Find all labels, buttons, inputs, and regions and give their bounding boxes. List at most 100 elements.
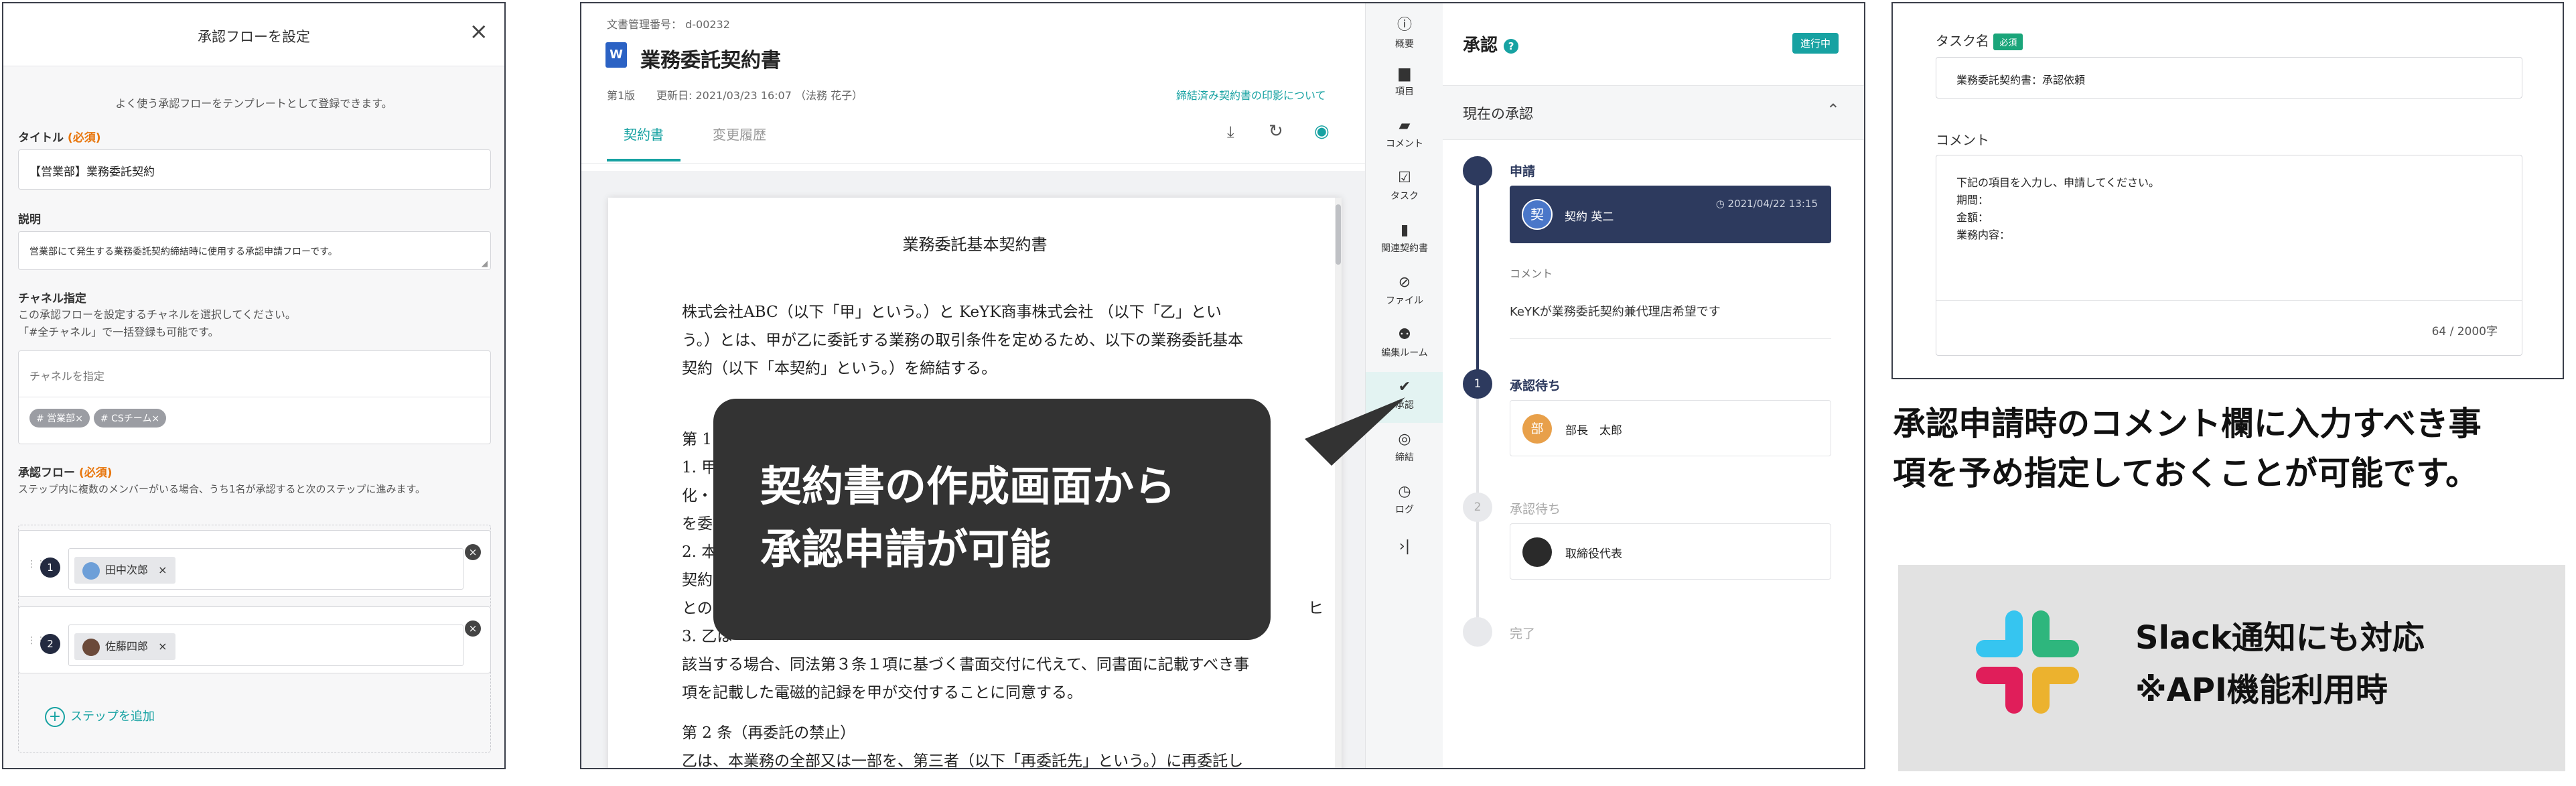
comment-text: KeYKが業務委託契約兼代理店希望です bbox=[1510, 305, 1721, 319]
title-input[interactable]: 【営業部】業務委託契約 bbox=[18, 149, 491, 190]
caption-line-1: 承認申請時のコメント欄に入力すべき事 bbox=[1893, 405, 2482, 443]
approval-panel: 承認 ? 進行中 現在の承認 ⌃ 申請 契 契約 英二 ◷ 2021/04/22… bbox=[1443, 3, 1864, 768]
nav-files[interactable]: ⊘ ファイル bbox=[1366, 274, 1443, 307]
avatar bbox=[82, 638, 100, 656]
doc-manage-no: 文書管理番号： d-00232 bbox=[607, 18, 730, 31]
task-form-panel: タスク名 必須 業務委託契約書：承認依頼 コメント 下記の項目を入力し、申請して… bbox=[1891, 2, 2564, 379]
avatar: 部 bbox=[1522, 414, 1552, 444]
doc-paragraph: 該当する場合、同法第３条１項に基づく書面交付に代えて、同書面に記載すべき事 項を記… bbox=[682, 656, 1250, 702]
waiting-label: 承認待ち bbox=[1510, 379, 1561, 393]
required-badge: 必須 bbox=[1993, 34, 2023, 50]
description-value: 営業部にて発生する業務委託契約締結時に使用する承認申請フローです。 bbox=[29, 247, 338, 257]
flow-step: ⋮⋮ 1 田中次郎 × × bbox=[18, 530, 491, 597]
timeline-node-end bbox=[1463, 617, 1492, 647]
task-name-label: タスク名 必須 bbox=[1936, 30, 2023, 50]
delete-step-icon[interactable]: × bbox=[465, 544, 481, 560]
flow-label: 承認フロー (必須) bbox=[18, 466, 113, 480]
channel-help-1: この承認フローを設定するチャネルを選択してください。 bbox=[18, 308, 296, 321]
eye-icon[interactable]: ◉ bbox=[1314, 121, 1330, 141]
channel-label: チャネル指定 bbox=[18, 292, 86, 306]
next-approver-name: 取締役代表 bbox=[1565, 547, 1622, 561]
member-chip: 佐藤四郎 × bbox=[74, 633, 175, 660]
timeline-node-done bbox=[1463, 156, 1492, 186]
description-textarea[interactable]: 営業部にて発生する業務委託契約締結時に使用する承認申請フローです。 ◢ bbox=[18, 231, 491, 270]
nav-log[interactable]: ◷ ログ bbox=[1366, 483, 1443, 516]
nav-overview[interactable]: ⓘ 概要 bbox=[1366, 13, 1443, 50]
apply-label: 申請 bbox=[1510, 164, 1536, 179]
step-number: 2 bbox=[40, 634, 60, 654]
nav-task[interactable]: ☑ タスク bbox=[1366, 170, 1443, 202]
nav-comment[interactable]: ▰ コメント bbox=[1366, 117, 1443, 150]
task-comment-label: コメント bbox=[1936, 132, 1989, 148]
caption-line-2: 項を予め指定しておくことが可能です。 bbox=[1893, 454, 2479, 493]
channel-chips: # 営業部× # CSチーム× bbox=[29, 409, 170, 428]
title-label: タイトル (必須) bbox=[18, 131, 101, 145]
chevron-up-icon: ⌃ bbox=[1826, 101, 1840, 119]
help-icon[interactable]: ? bbox=[1504, 38, 1519, 54]
doc-paragraph: 株式会社ABC（以下「甲」という。）と KeYK商事株式会社 （以下「乙」という… bbox=[682, 304, 1244, 377]
nav-related-contracts[interactable]: ▮ 関連契約書 bbox=[1366, 222, 1443, 255]
slack-banner: Slack通知にも対応 ※API機能利用時 bbox=[1898, 565, 2565, 771]
step-members-input[interactable]: 田中次郎 × bbox=[68, 548, 463, 590]
task-name-input[interactable]: 業務委託契約書：承認依頼 bbox=[1936, 57, 2522, 99]
nav-edit-room[interactable]: ⚉ 編集ルーム bbox=[1366, 326, 1443, 359]
timeline-node-current: 1 bbox=[1463, 369, 1492, 399]
intro-text: よく使う承認フローをテンプレートとして登録できます。 bbox=[115, 97, 392, 110]
collapse-icon: ›| bbox=[1399, 538, 1411, 555]
task-comment-textarea[interactable]: 下記の項目を入力し、申請してください。 期間： 金額： 業務内容： 64 / 2000… bbox=[1936, 155, 2522, 356]
next-label: 承認待ち bbox=[1510, 502, 1561, 517]
add-step-button[interactable]: + ステップを追加 bbox=[45, 707, 155, 727]
approver-name: 部長 太郎 bbox=[1565, 424, 1622, 438]
doc-heading: 業務委託基本契約書 bbox=[902, 235, 1048, 254]
nav-items[interactable]: ▆ 項目 bbox=[1366, 65, 1443, 98]
member-chip: 田中次郎 × bbox=[74, 557, 175, 584]
step-members-input[interactable]: 佐藤四郎 × bbox=[68, 625, 463, 666]
print-seal-link[interactable]: 締結済み契約書の印影について bbox=[1176, 86, 1326, 103]
nav-collapse[interactable]: ›| bbox=[1366, 538, 1443, 558]
next-approver-card: 取締役代表 bbox=[1510, 523, 1831, 580]
timeline-node-pending: 2 bbox=[1463, 493, 1492, 522]
channel-help-2: 「#全チャネル」で一括登録も可能です。 bbox=[18, 326, 219, 338]
channel-placeholder: チャネルを指定 bbox=[29, 370, 104, 383]
current-approval-header[interactable]: 現在の承認 ⌃ bbox=[1443, 85, 1864, 140]
done-label: 完了 bbox=[1510, 627, 1536, 641]
plus-icon: + bbox=[45, 707, 65, 727]
close-icon[interactable]: × bbox=[470, 18, 489, 45]
tab-history[interactable]: 変更履歴 bbox=[713, 124, 766, 143]
panel-header: 承認フローを設定 × bbox=[3, 3, 504, 66]
applicant-name: 契約 英二 bbox=[1565, 210, 1614, 224]
applied-time: ◷ 2021/04/22 13:15 bbox=[1715, 198, 1818, 210]
channel-chip[interactable]: # CSチーム× bbox=[93, 409, 167, 428]
people-icon: ⚉ bbox=[1398, 326, 1411, 343]
callout-text: 契約書の作成画面から 承認申請が可能 bbox=[760, 462, 1176, 574]
download-icon[interactable]: ⤓ bbox=[1227, 123, 1234, 141]
panel-title: 承認フローを設定 bbox=[198, 29, 310, 45]
description-label: 説明 bbox=[18, 213, 41, 226]
active-tab-indicator bbox=[607, 159, 681, 161]
approver-card: 部 部長 太郎 bbox=[1510, 400, 1831, 456]
comment-label: コメント bbox=[1510, 267, 1553, 280]
document-icon: ▮ bbox=[1400, 222, 1409, 239]
remove-member-icon[interactable]: × bbox=[158, 640, 167, 653]
slack-text: Slack通知にも対応 ※API機能利用時 bbox=[2135, 619, 2425, 709]
word-file-icon: W bbox=[605, 42, 627, 68]
tab-contract[interactable]: 契約書 bbox=[607, 124, 681, 143]
approval-flow-settings-panel: 承認フローを設定 × よく使う承認フローをテンプレートとして登録できます。 タイ… bbox=[2, 2, 506, 769]
char-counter: 64 / 2000字 bbox=[2431, 325, 2498, 338]
channel-chip[interactable]: # 営業部× bbox=[29, 409, 90, 428]
channel-select[interactable]: チャネルを指定 # 営業部× # CSチーム× bbox=[18, 350, 491, 444]
doc-updated: 更新日: 2021/03/23 16:07 （法務 花子） bbox=[656, 89, 863, 102]
resize-handle-icon[interactable]: ◢ bbox=[482, 259, 488, 268]
doc-article-2: 第 2 条（再委託の禁止） 乙は、本業務の全部又は一部を、第三者（以下「再委託先」… bbox=[682, 724, 1244, 769]
status-badge: 進行中 bbox=[1792, 33, 1839, 54]
task-comment-value: 下記の項目を入力し、申請してください。 期間： 金額： 業務内容： bbox=[1956, 176, 2160, 241]
refresh-icon[interactable]: ↻ bbox=[1269, 121, 1283, 141]
comment-icon: ▰ bbox=[1399, 117, 1411, 134]
callout-pointer bbox=[1305, 397, 1405, 466]
doc-title: 業務委託契約書 bbox=[640, 49, 781, 72]
delete-step-icon[interactable]: × bbox=[465, 620, 481, 637]
task-icon: ☑ bbox=[1398, 170, 1411, 186]
applicant-card: 契 契約 英二 ◷ 2021/04/22 13:15 bbox=[1510, 186, 1831, 243]
folder-icon: ▆ bbox=[1399, 65, 1411, 82]
remove-member-icon[interactable]: × bbox=[158, 564, 167, 576]
